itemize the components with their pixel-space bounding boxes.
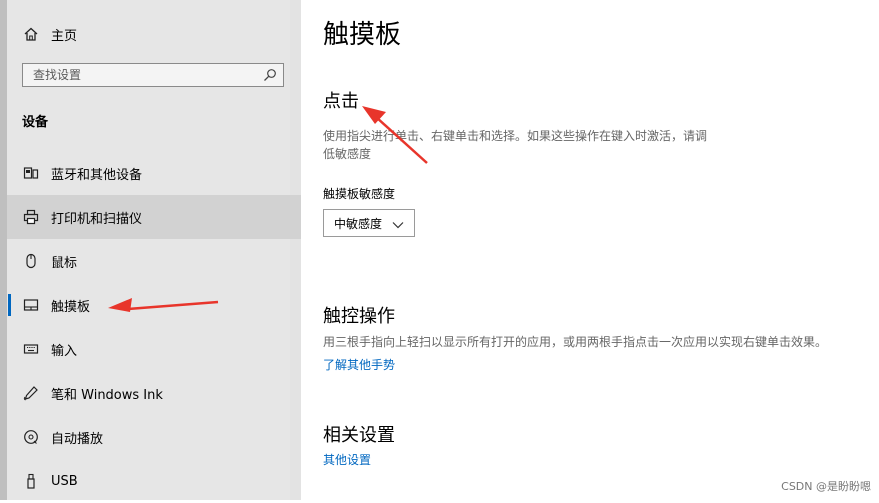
touchpad-sensitivity-label: 触摸板敏感度	[323, 187, 396, 201]
sidebar: 主页 设备 蓝牙和其他设备 打印机和扫描仪 鼠标	[0, 0, 301, 500]
additional-settings-link[interactable]: 其他设置	[323, 451, 371, 468]
usb-icon	[21, 471, 41, 491]
taps-heading: 点击	[323, 91, 359, 112]
keyboard-icon	[21, 339, 41, 359]
search-input[interactable]	[23, 64, 263, 86]
bluetooth-devices-icon	[21, 163, 41, 183]
page-title: 触摸板	[323, 20, 402, 50]
settings-window: 主页 设备 蓝牙和其他设备 打印机和扫描仪 鼠标	[0, 0, 879, 500]
settings-search-box[interactable]	[22, 63, 284, 87]
sidebar-item-label: 自动播放	[51, 431, 104, 447]
sidebar-item-touchpad[interactable]: 触摸板	[7, 283, 301, 327]
main-content: 触摸板 点击 使用指尖进行单击、右键单击和选择。如果这些操作在键入时激活，请调 …	[301, 0, 879, 500]
dropdown-selected-value: 中敏感度	[334, 216, 383, 231]
sidebar-item-usb[interactable]: USB	[7, 459, 301, 503]
sidebar-item-bluetooth[interactable]: 蓝牙和其他设备	[7, 151, 301, 195]
sidebar-item-label: USB	[51, 473, 78, 489]
sidebar-item-label: 主页	[51, 28, 78, 44]
watermark: CSDN @是盼盼嗯	[781, 480, 871, 493]
sidebar-item-label: 笔和 Windows Ink	[51, 387, 163, 403]
sidebar-item-label: 蓝牙和其他设备	[51, 167, 143, 183]
touch-gestures-heading: 触控操作	[323, 306, 395, 327]
printer-icon	[21, 207, 41, 227]
sidebar-section-title: 设备	[22, 115, 49, 130]
sidebar-item-label: 打印机和扫描仪	[51, 211, 143, 227]
chevron-down-icon	[392, 214, 404, 233]
sidebar-item-label: 输入	[51, 343, 78, 359]
sidebar-item-mouse[interactable]: 鼠标	[7, 239, 301, 283]
search-icon[interactable]	[263, 67, 277, 86]
sidebar-item-label: 触摸板	[51, 299, 91, 315]
touchpad-sensitivity-dropdown[interactable]: 中敏感度	[323, 209, 415, 237]
autoplay-icon	[21, 427, 41, 447]
sidebar-item-home[interactable]: 主页	[7, 12, 301, 56]
sidebar-item-label: 鼠标	[51, 255, 78, 271]
window-frame-left	[0, 0, 7, 500]
touchpad-icon	[21, 295, 41, 315]
sidebar-item-autoplay[interactable]: 自动播放	[7, 415, 301, 459]
taps-description-line1: 使用指尖进行单击、右键单击和选择。如果这些操作在键入时激活，请调	[323, 129, 708, 143]
sidebar-item-printers[interactable]: 打印机和扫描仪	[7, 195, 301, 239]
pen-icon	[21, 383, 41, 403]
home-icon	[21, 24, 41, 44]
sidebar-item-typing[interactable]: 输入	[7, 327, 301, 371]
taps-description-line2: 低敏感度	[323, 147, 372, 161]
learn-more-gestures-link[interactable]: 了解其他手势	[323, 356, 395, 373]
sidebar-item-pen[interactable]: 笔和 Windows Ink	[7, 371, 301, 415]
mouse-icon	[21, 251, 41, 271]
related-settings-heading: 相关设置	[323, 425, 395, 446]
touch-gestures-description: 用三根手指向上轻扫以显示所有打开的应用，或用两根手指点击一次应用以实现右键单击效…	[323, 335, 828, 349]
